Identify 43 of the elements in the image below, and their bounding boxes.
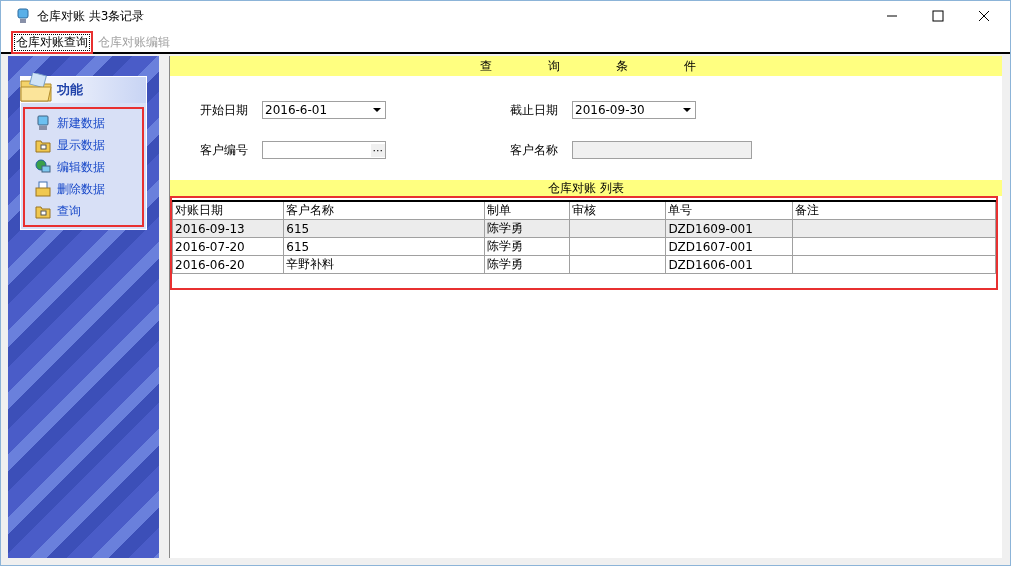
table-cell: 辛野补料 — [283, 255, 485, 274]
column-header[interactable]: 客户名称 — [283, 201, 485, 220]
sidebar-item[interactable]: 删除数据 — [57, 180, 105, 198]
table-cell: 陈学勇 — [484, 237, 570, 256]
section-title: 仓库对账 列表 — [548, 179, 624, 197]
table-cell: DZD1607-001 — [665, 237, 793, 256]
browse-button[interactable]: ··· — [370, 143, 385, 157]
printer-icon — [35, 181, 51, 197]
date-dropdown[interactable]: 2016-09-30 — [572, 101, 696, 119]
table-cell: 615 — [283, 237, 485, 256]
table-cell: 2016-06-20 — [172, 255, 284, 274]
table-cell: DZD1606-001 — [665, 255, 793, 274]
computer-icon — [35, 115, 51, 131]
field-label: 开始日期 — [200, 101, 249, 119]
folder-icon — [35, 203, 51, 219]
table-cell: 2016-07-20 — [172, 237, 284, 256]
field-label: 截止日期 — [510, 101, 559, 119]
folder-icon — [35, 137, 51, 153]
sidebar-item[interactable]: 编辑数据 — [57, 158, 105, 176]
sidebar-item[interactable]: 显示数据 — [57, 136, 105, 154]
globe-computer-icon — [35, 159, 51, 175]
column-header[interactable]: 对账日期 — [172, 201, 284, 220]
tab[interactable]: 仓库对账查询 — [13, 33, 91, 52]
column-header[interactable]: 审核 — [569, 201, 666, 220]
sidebar-item[interactable]: 查询 — [57, 202, 81, 220]
app-icon — [17, 8, 29, 24]
section-title: 件 — [684, 57, 696, 75]
section-title: 条 — [616, 57, 628, 75]
panel-title: 功能 — [57, 81, 83, 99]
field-label: 客户名称 — [510, 141, 559, 159]
close-icon[interactable] — [978, 10, 990, 22]
date-dropdown[interactable]: 2016-6-01 — [262, 101, 386, 119]
maximize-icon[interactable] — [932, 10, 944, 22]
input-field[interactable]: ··· — [262, 141, 386, 159]
field-label: 客户编号 — [200, 141, 249, 159]
section-title: 查 — [480, 57, 492, 75]
sidebar-item[interactable]: 新建数据 — [57, 114, 105, 132]
column-header[interactable]: 备注 — [792, 201, 996, 220]
window-title: 仓库对账 共3条记录 — [37, 7, 145, 25]
column-header[interactable]: 制单 — [484, 201, 570, 220]
section-title: 询 — [548, 57, 560, 75]
column-header[interactable]: 单号 — [665, 201, 793, 220]
table-cell: 陈学勇 — [484, 255, 570, 274]
